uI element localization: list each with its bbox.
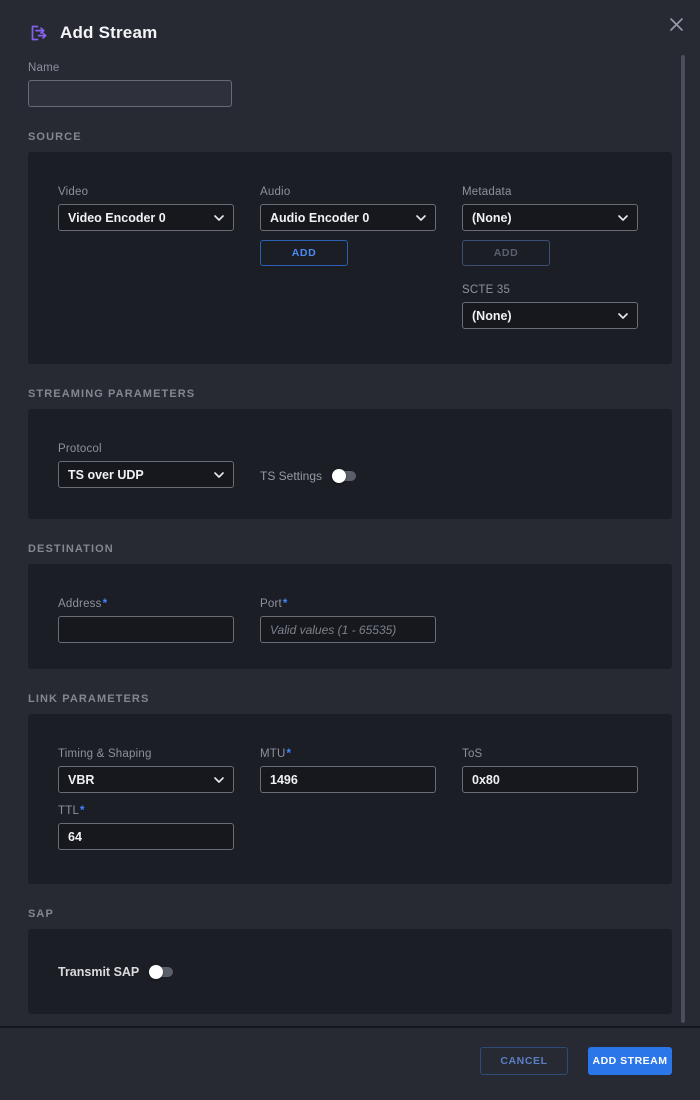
chevron-down-icon xyxy=(214,472,224,478)
address-label: Address* xyxy=(58,598,234,610)
mtu-field-group: MTU* xyxy=(260,748,436,793)
video-source-field: Video Video Encoder 0 xyxy=(58,186,234,231)
protocol-field: Protocol TS over UDP xyxy=(58,443,234,488)
protocol-label: Protocol xyxy=(58,443,234,455)
timing-shaping-value: VBR xyxy=(68,773,94,787)
audio-source-field: Audio Audio Encoder 0 ADD xyxy=(260,186,436,266)
transmit-sap-row: Transmit SAP xyxy=(58,958,173,985)
mtu-input[interactable] xyxy=(260,766,436,793)
address-input[interactable] xyxy=(58,616,234,643)
chevron-down-icon xyxy=(618,215,628,221)
timing-shaping-label: Timing & Shaping xyxy=(58,748,234,760)
video-source-select[interactable]: Video Encoder 0 xyxy=(58,204,234,231)
streaming-section-heading: STREAMING PARAMETERS xyxy=(28,388,672,401)
link-panel: Timing & Shaping VBR MTU* ToS TTL* xyxy=(28,714,672,884)
scte35-field: SCTE 35 (None) xyxy=(462,284,638,329)
scte35-label: SCTE 35 xyxy=(462,284,638,296)
name-field-group: Name xyxy=(28,62,672,107)
timing-shaping-select[interactable]: VBR xyxy=(58,766,234,793)
transmit-sap-label: Transmit SAP xyxy=(58,965,139,979)
chevron-down-icon xyxy=(214,777,224,783)
mtu-label: MTU* xyxy=(260,748,436,760)
required-asterisk: * xyxy=(80,805,85,817)
ts-settings-label: TS Settings xyxy=(260,469,322,483)
video-source-value: Video Encoder 0 xyxy=(68,211,166,225)
ts-settings-toggle[interactable] xyxy=(333,471,356,481)
destination-panel: Address* Port* xyxy=(28,564,672,669)
required-asterisk: * xyxy=(283,598,288,610)
scte35-value: (None) xyxy=(472,309,512,323)
tos-field-group: ToS xyxy=(462,748,638,793)
video-label: Video xyxy=(58,186,234,198)
metadata-source-select[interactable]: (None) xyxy=(462,204,638,231)
dialog-header: Add Stream xyxy=(28,0,672,44)
port-label: Port* xyxy=(260,598,436,610)
audio-source-value: Audio Encoder 0 xyxy=(270,211,369,225)
port-field-group: Port* xyxy=(260,598,436,643)
add-stream-dialog: Add Stream Name SOURCE Video Video Encod… xyxy=(0,0,700,1014)
transmit-sap-toggle[interactable] xyxy=(150,967,173,977)
tos-input[interactable] xyxy=(462,766,638,793)
audio-label: Audio xyxy=(260,186,436,198)
toggle-knob xyxy=(149,965,163,979)
close-button[interactable] xyxy=(666,14,686,34)
dialog-footer: CANCEL ADD STREAM xyxy=(0,1028,700,1075)
ttl-field-group: TTL* xyxy=(58,805,234,850)
required-asterisk: * xyxy=(287,748,292,760)
add-audio-button[interactable]: ADD xyxy=(260,240,348,266)
streaming-panel: Protocol TS over UDP TS Settings xyxy=(28,409,672,519)
ttl-label: TTL* xyxy=(58,805,234,817)
name-label: Name xyxy=(28,62,672,74)
timing-shaping-field: Timing & Shaping VBR xyxy=(58,748,234,793)
destination-section-heading: DESTINATION xyxy=(28,543,672,556)
scte35-select[interactable]: (None) xyxy=(462,302,638,329)
protocol-value: TS over UDP xyxy=(68,468,144,482)
chevron-down-icon xyxy=(214,215,224,221)
link-section-heading: LINK PARAMETERS xyxy=(28,693,672,706)
tos-label: ToS xyxy=(462,748,638,760)
name-input[interactable] xyxy=(28,80,232,107)
address-field-group: Address* xyxy=(58,598,234,643)
stream-output-icon xyxy=(28,22,50,44)
cancel-button[interactable]: CANCEL xyxy=(480,1047,568,1075)
ts-settings-row: TS Settings xyxy=(260,462,436,489)
source-panel: Video Video Encoder 0 Audio Audio Encode… xyxy=(28,152,672,364)
metadata-label: Metadata xyxy=(462,186,638,198)
source-section-heading: SOURCE xyxy=(28,131,672,144)
sap-section-heading: SAP xyxy=(28,908,672,921)
chevron-down-icon xyxy=(618,313,628,319)
ttl-input[interactable] xyxy=(58,823,234,850)
vertical-scrollbar-thumb[interactable] xyxy=(681,55,685,1023)
required-asterisk: * xyxy=(103,598,108,610)
audio-source-select[interactable]: Audio Encoder 0 xyxy=(260,204,436,231)
add-metadata-button[interactable]: ADD xyxy=(462,240,550,266)
toggle-knob xyxy=(332,469,346,483)
chevron-down-icon xyxy=(416,215,426,221)
dialog-title: Add Stream xyxy=(60,23,157,43)
close-icon xyxy=(669,17,684,32)
protocol-select[interactable]: TS over UDP xyxy=(58,461,234,488)
metadata-source-field: Metadata (None) ADD SCTE 35 (None) xyxy=(462,186,638,329)
port-input[interactable] xyxy=(260,616,436,643)
add-stream-button[interactable]: ADD STREAM xyxy=(588,1047,672,1075)
sap-panel: Transmit SAP xyxy=(28,929,672,1014)
metadata-source-value: (None) xyxy=(472,211,512,225)
